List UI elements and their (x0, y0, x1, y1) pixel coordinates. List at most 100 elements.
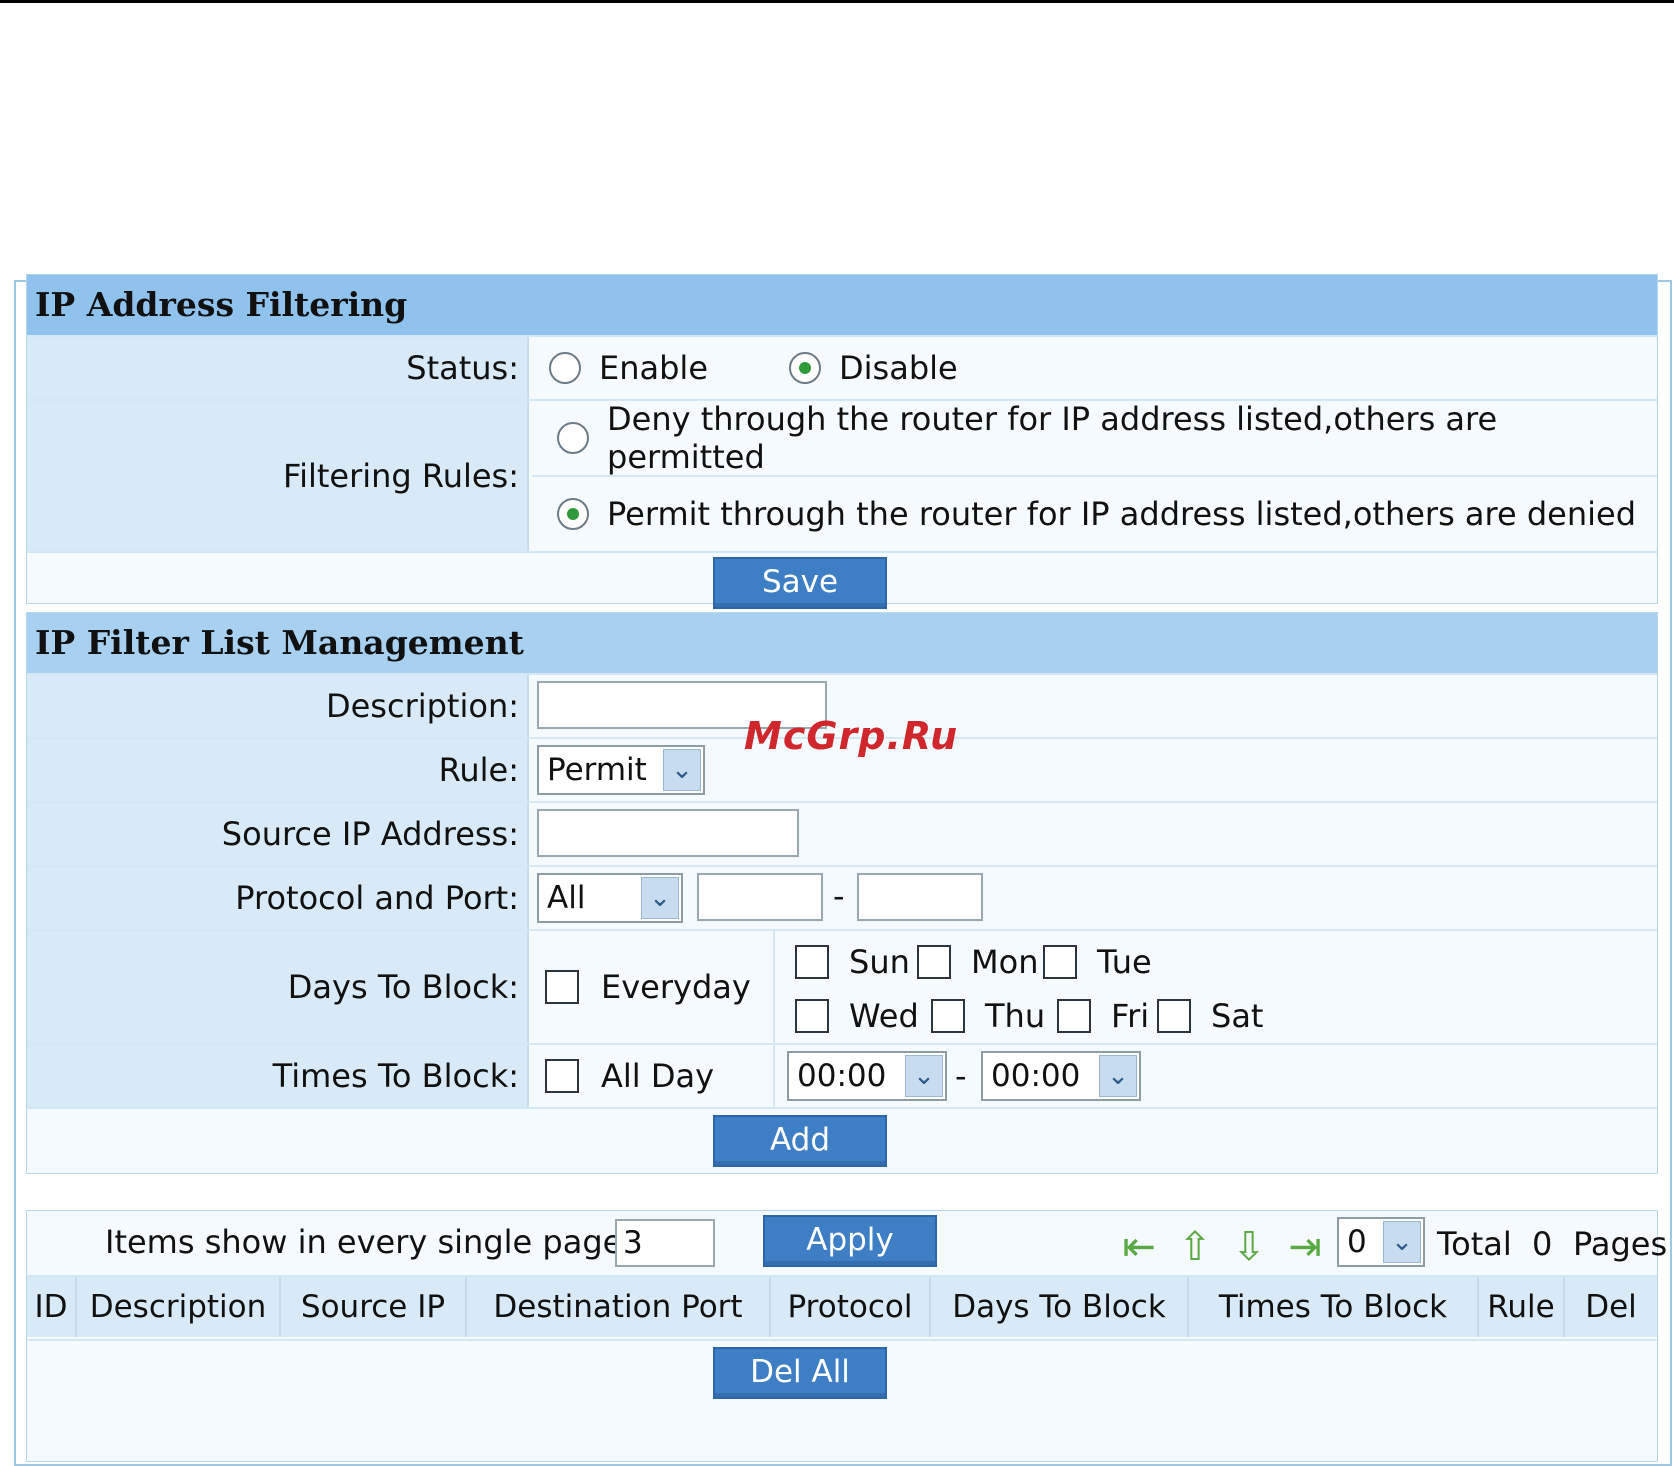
day-fri-option[interactable]: Fri (1057, 989, 1149, 1043)
day-mon-option[interactable]: Mon (917, 935, 1038, 989)
status-enable-option[interactable]: Enable (549, 337, 708, 399)
disable-radio-icon[interactable] (789, 352, 821, 384)
protocol-select-value: All (547, 880, 586, 916)
col-destination-port: Destination Port (467, 1277, 771, 1337)
allday-label: All Day (601, 1057, 715, 1095)
times-label: Times To Block: (27, 1045, 529, 1107)
day-thu-option[interactable]: Thu (931, 989, 1045, 1043)
items-per-page-label: Items show in every single page (105, 1223, 623, 1261)
status-disable-option[interactable]: Disable (789, 337, 958, 399)
deny-radio-icon[interactable] (557, 422, 589, 454)
wed-checkbox-icon[interactable] (795, 999, 829, 1033)
sat-checkbox-icon[interactable] (1157, 999, 1191, 1033)
chevron-down-icon[interactable]: ⌄ (663, 749, 701, 791)
allday-option[interactable]: All Day (545, 1045, 714, 1107)
page-select[interactable]: 0 ⌄ (1337, 1217, 1425, 1267)
content-panel: IP Address Filtering Status: Enable Disa… (14, 274, 1672, 1466)
everyday-option[interactable]: Everyday (545, 931, 751, 1043)
day-sat-option[interactable]: Sat (1157, 989, 1263, 1043)
day-wed-option[interactable]: Wed (795, 989, 919, 1043)
day-label: Tue (1097, 943, 1152, 981)
rule-permit-option[interactable]: Permit through the router for IP address… (557, 477, 1636, 551)
pages-label: Pages (1573, 1225, 1668, 1263)
source-ip-input[interactable] (537, 809, 799, 857)
filtering-rules-row: Filtering Rules: Deny through the router… (27, 399, 1657, 551)
chevron-down-icon[interactable]: ⌄ (1383, 1221, 1421, 1263)
prev-page-icon[interactable]: ⇧ (1173, 1227, 1217, 1267)
port-start-input[interactable] (697, 873, 823, 921)
section-title: IP Filter List Management (27, 613, 1657, 673)
col-del: Del (1565, 1277, 1657, 1337)
day-sun-option[interactable]: Sun (795, 935, 910, 989)
section-title: IP Address Filtering (27, 275, 1657, 335)
filter-list-section: Items show in every single page 3 Apply … (26, 1210, 1667, 1462)
add-button[interactable]: Add (713, 1115, 887, 1167)
total-value: 0 (1532, 1225, 1553, 1263)
allday-checkbox-icon[interactable] (545, 1059, 579, 1093)
enable-radio-icon[interactable] (549, 352, 581, 384)
time-start-select[interactable]: 00:00 ⌄ (787, 1051, 947, 1101)
col-description: Description (77, 1277, 281, 1337)
col-rule: Rule (1479, 1277, 1565, 1337)
tue-checkbox-icon[interactable] (1043, 945, 1077, 979)
rule-select[interactable]: Permit ⌄ (537, 745, 705, 795)
items-per-page-input[interactable]: 3 (615, 1219, 715, 1267)
del-all-button[interactable]: Del All (713, 1347, 887, 1399)
rule-deny-option[interactable]: Deny through the router for IP address l… (557, 400, 1657, 476)
times-row: Times To Block: All Day 00:00 ⌄ - 00:00 … (27, 1043, 1657, 1107)
time-end-select[interactable]: 00:00 ⌄ (981, 1051, 1141, 1101)
disable-label: Disable (839, 349, 958, 387)
chevron-down-icon[interactable]: ⌄ (641, 877, 679, 919)
del-all-row: Del All (27, 1339, 1657, 1403)
save-row: Save (27, 551, 1657, 609)
day-tue-option[interactable]: Tue (1043, 935, 1152, 989)
day-label: Thu (985, 997, 1046, 1035)
add-row: Add (27, 1107, 1657, 1173)
time-start-value: 00:00 (797, 1058, 887, 1094)
last-page-icon[interactable]: ⇥ (1283, 1227, 1327, 1267)
protocol-label: Protocol and Port: (27, 867, 529, 929)
first-page-icon[interactable]: ⇤ (1117, 1227, 1161, 1267)
page-select-value: 0 (1347, 1224, 1367, 1260)
col-protocol: Protocol (771, 1277, 931, 1337)
watermark-text: McGrp.Ru (744, 714, 959, 758)
port-separator: - (833, 877, 845, 915)
col-source-ip: Source IP (281, 1277, 467, 1337)
permit-radio-icon[interactable] (557, 498, 589, 530)
everyday-checkbox-icon[interactable] (545, 970, 579, 1004)
everyday-cell: Everyday (529, 931, 775, 1043)
day-label: Sun (849, 943, 910, 981)
status-row: Status: Enable Disable (27, 335, 1657, 399)
rule-select-value: Permit (547, 752, 647, 788)
day-label: Sat (1211, 997, 1264, 1035)
source-ip-label: Source IP Address: (27, 803, 529, 865)
chevron-down-icon[interactable]: ⌄ (905, 1055, 943, 1097)
time-end-value: 00:00 (991, 1058, 1081, 1094)
protocol-row: Protocol and Port: All ⌄ - (27, 865, 1657, 929)
enable-label: Enable (599, 349, 708, 387)
next-page-icon[interactable]: ⇩ (1227, 1227, 1271, 1267)
apply-button[interactable]: Apply (763, 1215, 937, 1267)
filtering-rules-label: Filtering Rules: (27, 401, 529, 551)
port-end-input[interactable] (857, 873, 983, 921)
total-label: Total (1437, 1225, 1512, 1263)
day-label: Fri (1111, 997, 1150, 1035)
ip-filtering-section: IP Address Filtering Status: Enable Disa… (26, 274, 1658, 609)
description-label: Description: (27, 675, 529, 737)
days-label: Days To Block: (27, 931, 529, 1043)
fri-checkbox-icon[interactable] (1057, 999, 1091, 1033)
ip-filter-management-section: IP Filter List Management Description: R… (26, 612, 1658, 1174)
thu-checkbox-icon[interactable] (931, 999, 965, 1033)
day-label: Mon (971, 943, 1039, 981)
protocol-select[interactable]: All ⌄ (537, 873, 683, 923)
save-button[interactable]: Save (713, 557, 887, 609)
top-rule (0, 0, 1674, 3)
chevron-down-icon[interactable]: ⌄ (1099, 1055, 1137, 1097)
table-header-row: ID Description Source IP Destination Por… (27, 1275, 1657, 1339)
days-row: Days To Block: Everyday Sun Mon Tue Wed … (27, 929, 1657, 1043)
time-separator: - (955, 1057, 967, 1095)
mon-checkbox-icon[interactable] (917, 945, 951, 979)
day-label: Wed (849, 997, 919, 1035)
sun-checkbox-icon[interactable] (795, 945, 829, 979)
allday-cell: All Day (529, 1045, 775, 1107)
